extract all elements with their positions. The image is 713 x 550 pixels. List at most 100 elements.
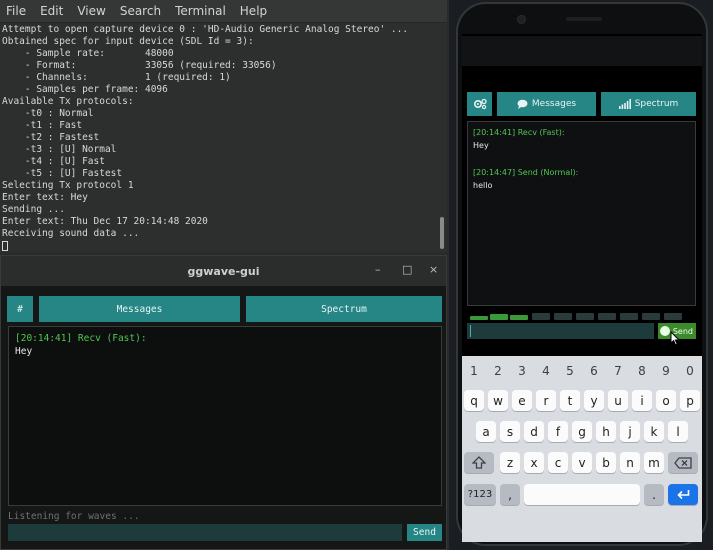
tab-settings[interactable]: #	[7, 296, 33, 322]
speaker-grille	[566, 17, 602, 21]
key-j[interactable]: j	[620, 421, 640, 442]
menu-search[interactable]: Search	[120, 4, 161, 18]
menu-terminal[interactable]: Terminal	[175, 4, 226, 18]
phone-messages-panel[interactable]: [20:14:41] Recv (Fast): Hey [20:14:47] S…	[467, 121, 696, 306]
phone-message-input[interactable]	[467, 323, 654, 339]
level-bar	[642, 313, 660, 320]
key-p[interactable]: p	[680, 390, 700, 411]
terminal-output[interactable]: Attempt to open capture device 0 : 'HD-A…	[2, 24, 434, 252]
key-shift[interactable]	[464, 452, 494, 473]
key-backspace[interactable]	[668, 452, 698, 473]
terminal-menubar: File Edit View Search Terminal Help	[0, 0, 447, 23]
level-bar	[510, 315, 528, 320]
key-6[interactable]: 6	[587, 364, 601, 378]
settings-gears-icon	[473, 98, 487, 110]
level-bar	[576, 313, 594, 320]
key-1[interactable]: 1	[467, 364, 481, 378]
key-3[interactable]: 3	[515, 364, 529, 378]
menu-edit[interactable]: Edit	[40, 4, 63, 18]
phone-tab-settings[interactable]	[467, 92, 492, 116]
terminal-line: -t0 : Normal	[2, 108, 94, 119]
key-f[interactable]: f	[548, 421, 568, 442]
phone-tab-spectrum[interactable]: Spectrum	[601, 92, 696, 116]
key-x[interactable]: x	[524, 452, 544, 473]
close-icon[interactable]: ×	[429, 263, 438, 276]
terminal-line: Receiving sound data ...	[2, 228, 140, 239]
message-header: [20:14:41] Recv (Fast):	[15, 333, 147, 344]
terminal-line: Sending ...	[2, 204, 65, 215]
camera-icon	[517, 15, 526, 24]
level-bar	[490, 314, 508, 320]
key-n[interactable]: n	[620, 452, 640, 473]
key-9[interactable]: 9	[659, 364, 673, 378]
key-c[interactable]: c	[548, 452, 568, 473]
terminal-line: - Channels: 1 (required: 1)	[2, 72, 231, 83]
key-m[interactable]: m	[644, 452, 664, 473]
message-input[interactable]	[8, 524, 402, 541]
key-8[interactable]: 8	[635, 364, 649, 378]
key-symbols[interactable]: ?123	[464, 484, 496, 505]
gui-tabs: # Messages Spectrum	[7, 296, 442, 322]
maximize-icon[interactable]: □	[402, 263, 412, 276]
terminal-line: -t5 : [U] Fastest	[2, 168, 123, 179]
key-b[interactable]: b	[596, 452, 616, 473]
key-h[interactable]: h	[596, 421, 616, 442]
terminal-line: - Format: 33056 (required: 33056)	[2, 60, 277, 71]
key-g[interactable]: g	[572, 421, 592, 442]
terminal-line: Enter text: Thu Dec 17 20:14:48 2020	[2, 216, 208, 227]
phone-tab-messages[interactable]: Messages	[497, 92, 596, 116]
key-i[interactable]: i	[632, 390, 652, 411]
menu-help[interactable]: Help	[240, 4, 267, 18]
tab-spectrum[interactable]: Spectrum	[246, 296, 442, 322]
key-space[interactable]	[524, 484, 640, 505]
terminal-line: Available Tx protocols:	[2, 96, 134, 107]
tab-messages[interactable]: Messages	[39, 296, 240, 322]
key-comma[interactable]: ,	[500, 484, 520, 505]
key-enter[interactable]	[668, 484, 698, 505]
menu-view[interactable]: View	[77, 4, 105, 18]
terminal-scrollbar[interactable]	[440, 217, 444, 249]
key-s[interactable]: s	[500, 421, 520, 442]
key-t[interactable]: t	[560, 390, 580, 411]
send-button[interactable]: Send	[407, 524, 442, 541]
key-w[interactable]: w	[488, 390, 508, 411]
key-e[interactable]: e	[512, 390, 532, 411]
key-u[interactable]: u	[608, 390, 628, 411]
terminal-line: -t1 : Fast	[2, 120, 83, 131]
key-v[interactable]: v	[572, 452, 592, 473]
key-0[interactable]: 0	[683, 364, 697, 378]
audio-level-visualizer	[470, 310, 696, 320]
key-y[interactable]: y	[584, 390, 604, 411]
message-header: [20:14:41] Recv (Fast):	[473, 128, 565, 137]
key-2[interactable]: 2	[491, 364, 505, 378]
menu-file[interactable]: File	[6, 4, 26, 18]
minimize-icon[interactable]: –	[375, 263, 381, 276]
terminal-line: Selecting Tx protocol 1	[2, 180, 134, 191]
key-4[interactable]: 4	[539, 364, 553, 378]
terminal-line: Enter text: Hey	[2, 192, 88, 203]
app-bar	[462, 36, 702, 66]
terminal-window: File Edit View Search Terminal Help Atte…	[0, 0, 447, 252]
terminal-cursor	[2, 240, 434, 252]
mouse-cursor-icon	[670, 331, 680, 346]
key-5[interactable]: 5	[563, 364, 577, 378]
key-l[interactable]: l	[668, 421, 688, 442]
gui-titlebar[interactable]: ggwave-gui – □ ×	[1, 256, 446, 286]
terminal-line: Obtained spec for input device (SDL Id =…	[2, 36, 254, 47]
level-bar	[664, 313, 682, 320]
messages-panel[interactable]: [20:14:41] Recv (Fast): Hey	[8, 326, 442, 506]
key-o[interactable]: o	[656, 390, 676, 411]
terminal-line: - Samples per frame: 4096	[2, 84, 168, 95]
system-nav-bar	[462, 513, 702, 542]
backspace-icon	[674, 456, 692, 469]
key-a[interactable]: a	[476, 421, 496, 442]
key-r[interactable]: r	[536, 390, 556, 411]
key-z[interactable]: z	[500, 452, 520, 473]
key-d[interactable]: d	[524, 421, 544, 442]
phone-tab-messages-label: Messages	[531, 99, 577, 109]
signal-bars-icon	[618, 99, 631, 109]
key-k[interactable]: k	[644, 421, 664, 442]
key-7[interactable]: 7	[611, 364, 625, 378]
key-q[interactable]: q	[464, 390, 484, 411]
key-period[interactable]: .	[644, 484, 664, 505]
